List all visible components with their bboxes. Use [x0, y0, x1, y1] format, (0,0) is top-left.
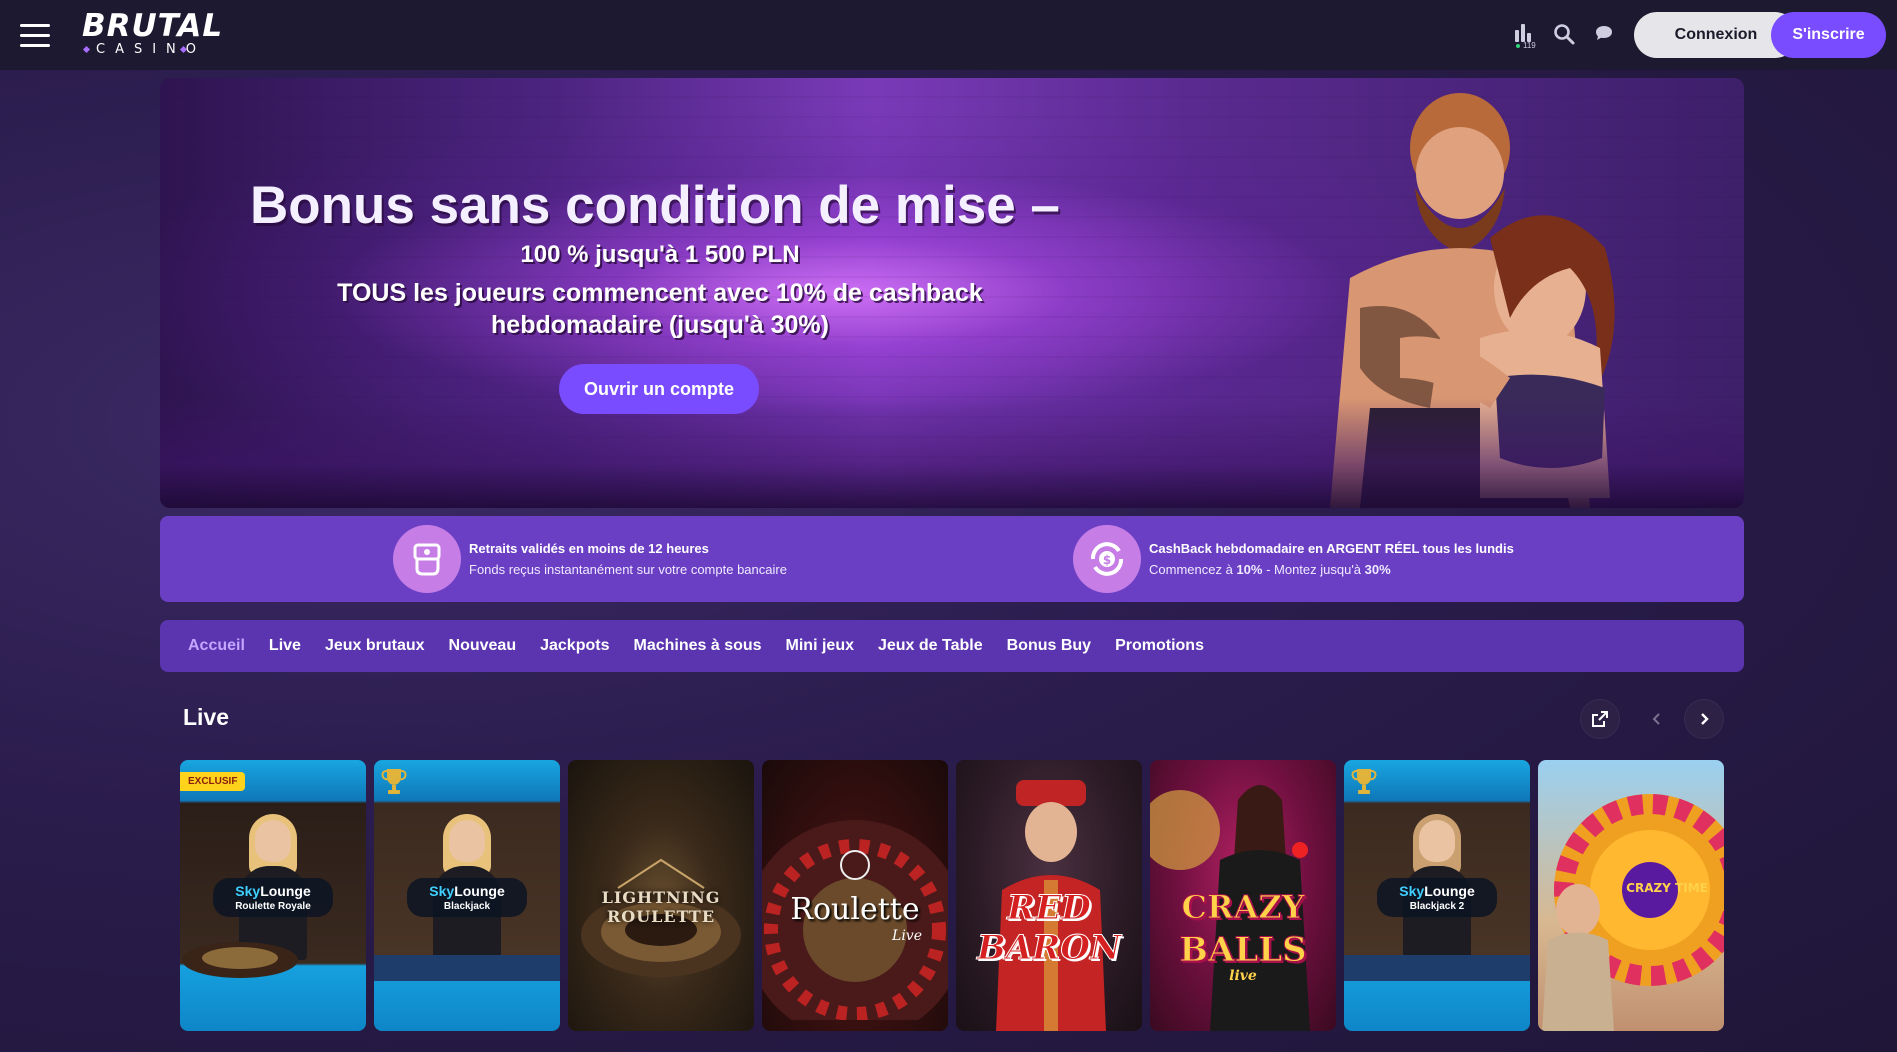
- game-title-line2: BARON: [976, 928, 1122, 969]
- feature-withdrawals-title: Retraits validés en moins de 12 heures: [469, 541, 709, 556]
- game-title: LIGHTNING ROULETTE: [601, 888, 721, 926]
- game-title-pill: SkyLounge Blackjack: [407, 878, 527, 917]
- nav-item-jackpots[interactable]: Jackpots: [540, 637, 609, 655]
- carousel-next-button[interactable]: [1685, 700, 1723, 738]
- game-subtitle: live: [1229, 968, 1257, 984]
- game-card-roulette-royale[interactable]: EXCLUSIF SkyLounge Roulette Royale: [180, 760, 366, 1031]
- game-title: Roulette: [790, 892, 920, 927]
- feature-withdrawals: Retraits validés en moins de 12 heures F…: [393, 525, 787, 593]
- game-card-blackjack-2[interactable]: SkyLounge Blackjack 2: [1344, 760, 1530, 1031]
- trophy-icon: [381, 769, 407, 794]
- chevron-left-icon: [1652, 713, 1660, 725]
- open-account-button[interactable]: Ouvrir un compte: [559, 364, 759, 414]
- external-link-icon: [1592, 711, 1608, 727]
- feature-cashback-subtitle: Commencez à 10% - Montez jusqu'à 30%: [1149, 562, 1391, 577]
- hero-bonus-line: 100 % jusqu'à 1 500 PLN: [520, 241, 800, 268]
- nav-item-accueil[interactable]: Accueil: [188, 637, 245, 655]
- withdrawal-hand-icon: [393, 525, 461, 593]
- blackjack-table: [374, 955, 560, 981]
- nav-item-promotions[interactable]: Promotions: [1115, 637, 1204, 655]
- game-card-red-baron[interactable]: RED BARON: [956, 760, 1142, 1031]
- hero-title: Bonus sans condition de mise –: [250, 176, 1060, 235]
- menu-icon[interactable]: [20, 24, 50, 47]
- category-nav: Accueil Live Jeux brutaux Nouveau Jackpo…: [160, 620, 1744, 672]
- search-icon[interactable]: [1552, 22, 1576, 46]
- open-section-button[interactable]: [1581, 700, 1619, 738]
- game-title-line2: BALLS: [1179, 930, 1307, 971]
- live-games-row: EXCLUSIF SkyLounge Roulette Royale SkyLo…: [180, 760, 1725, 1031]
- chat-icon[interactable]: [1592, 22, 1616, 46]
- chevron-right-icon: [1701, 713, 1709, 725]
- brand-logo[interactable]: BRUTAL CASINO: [82, 10, 232, 60]
- section-title-live: Live: [183, 704, 230, 730]
- features-bar: Retraits validés en moins de 12 heures F…: [160, 516, 1744, 602]
- nav-item-jeux-brutaux[interactable]: Jeux brutaux: [325, 637, 425, 655]
- game-title-line1: CRAZY: [1181, 888, 1305, 927]
- feature-cashback: $ CashBack hebdomadaire en ARGENT RÉEL t…: [1073, 525, 1514, 593]
- carousel-prev-button[interactable]: [1638, 700, 1676, 738]
- svg-text:$: $: [1103, 553, 1111, 567]
- hero-floor: [160, 398, 1744, 508]
- stats-count: 119: [1523, 41, 1536, 50]
- top-header: BRUTAL CASINO 119 Connexion S'inscrire: [0, 0, 1897, 70]
- logo-main-text: BRUTAL: [82, 8, 224, 44]
- game-title-pill: SkyLounge Roulette Royale: [213, 878, 333, 917]
- feature-withdrawals-subtitle: Fonds reçus instantanément sur votre com…: [469, 562, 787, 577]
- hero-cashback-line: TOUS les joueurs commencent avec 10% de …: [337, 279, 983, 339]
- game-title: CRAZY TIME: [1626, 881, 1708, 895]
- crazy-time-wheel: [1542, 794, 1724, 1031]
- game-card-blackjack[interactable]: SkyLounge Blackjack: [374, 760, 560, 1031]
- signup-button[interactable]: S'inscrire: [1771, 12, 1886, 58]
- game-subtitle: Live: [892, 928, 922, 944]
- game-card-lightning-roulette[interactable]: LIGHTNING ROULETTE: [568, 760, 754, 1031]
- game-title-line1: RED: [1007, 888, 1092, 929]
- nav-item-jeux-de-table[interactable]: Jeux de Table: [878, 637, 983, 655]
- cashback-dollar-icon: $: [1073, 525, 1141, 593]
- stats-icon[interactable]: 119: [1513, 22, 1537, 50]
- trophy-icon: [1351, 769, 1377, 794]
- game-card-roulette-live[interactable]: Roulette Live: [762, 760, 948, 1031]
- game-title-pill: SkyLounge Blackjack 2: [1377, 878, 1497, 917]
- nav-item-bonus-buy[interactable]: Bonus Buy: [1007, 637, 1091, 655]
- nav-item-live[interactable]: Live: [269, 637, 301, 655]
- exclusive-badge: EXCLUSIF: [180, 772, 246, 791]
- blackjack-table: [1344, 955, 1530, 981]
- hero-text: 100 % jusqu'à 1 500 PLN TOUS les joueurs…: [250, 241, 1070, 341]
- nav-item-mini-jeux[interactable]: Mini jeux: [786, 637, 854, 655]
- feature-cashback-title: CashBack hebdomadaire en ARGENT RÉEL tou…: [1149, 541, 1514, 556]
- logo-sub-text: CASINO: [82, 42, 232, 58]
- roulette-wheel: [182, 942, 298, 978]
- game-card-crazy-time[interactable]: CRAZY TIME: [1538, 760, 1724, 1031]
- nav-item-machines-a-sous[interactable]: Machines à sous: [633, 637, 761, 655]
- nav-item-nouveau[interactable]: Nouveau: [449, 637, 517, 655]
- hero-banner[interactable]: Bonus sans condition de mise – 100 % jus…: [160, 78, 1744, 508]
- game-card-crazy-balls[interactable]: CRAZY BALLS live: [1150, 760, 1336, 1031]
